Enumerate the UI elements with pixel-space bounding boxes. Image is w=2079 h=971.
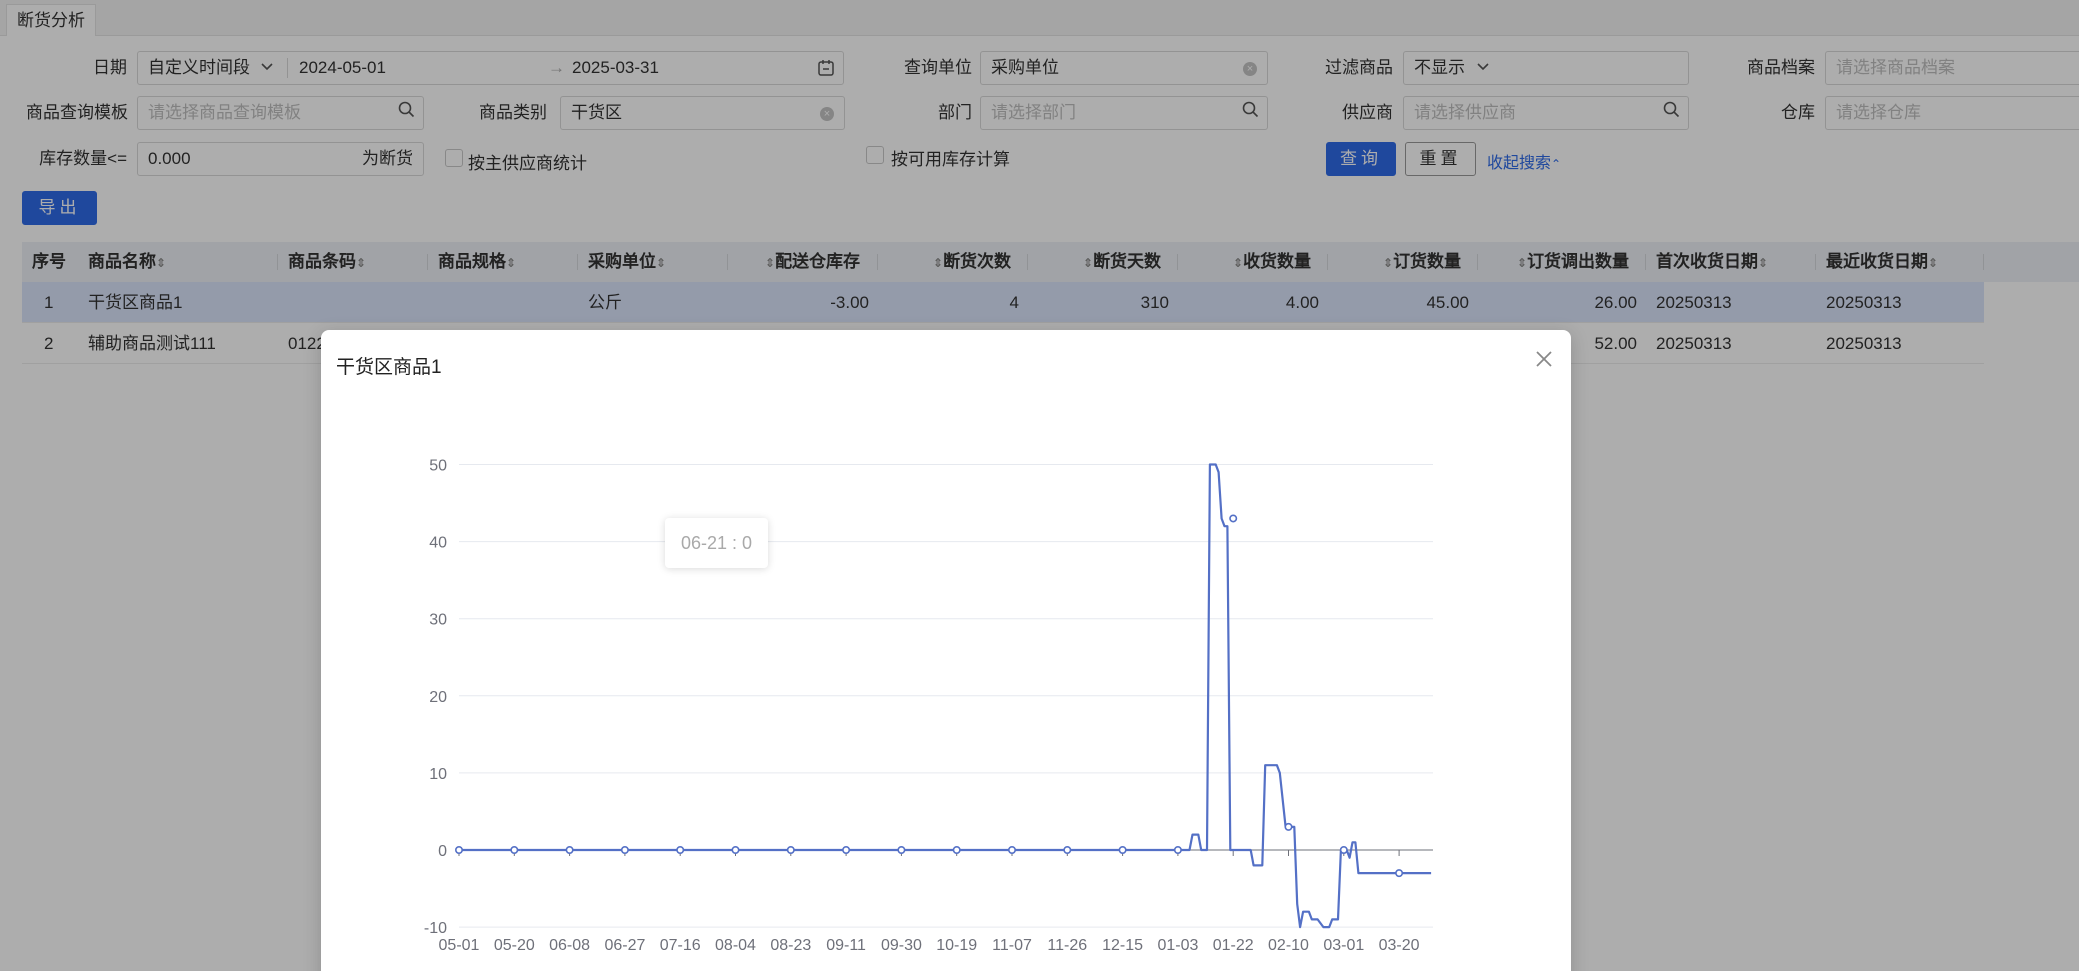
x-tick-label: 08-23 <box>770 937 811 954</box>
data-point <box>731 845 740 854</box>
x-tick-label: 07-16 <box>660 937 701 954</box>
y-tick-label: 30 <box>429 612 447 629</box>
chart-modal: 干货区商品1 -10 0 10 20 30 40 50 05-01 05-20 06-08 06-2… <box>321 330 1571 971</box>
x-tick-label: 09-11 <box>826 937 866 954</box>
x-tick-label: 03-20 <box>1379 937 1420 954</box>
data-point <box>565 845 574 854</box>
data-point <box>1063 845 1072 854</box>
x-tick-label: 02-10 <box>1268 937 1309 954</box>
data-point <box>1395 869 1404 878</box>
x-tick-label: 09-30 <box>881 937 922 954</box>
data-point <box>842 845 851 854</box>
y-tick-label: 10 <box>429 766 447 783</box>
data-point <box>620 845 629 854</box>
data-point <box>952 845 961 854</box>
x-tick-label: 06-08 <box>549 937 590 954</box>
data-point <box>786 845 795 854</box>
data-point <box>455 845 464 854</box>
x-tick-label: 05-01 <box>439 937 480 954</box>
data-point <box>1229 514 1238 523</box>
data-point <box>510 845 519 854</box>
x-tick-label: 01-03 <box>1157 937 1198 954</box>
data-point <box>1007 845 1016 854</box>
stock-line-chart[interactable]: -10 0 10 20 30 40 50 05-01 05-20 06-08 06-27 07-16 0… <box>321 330 1571 971</box>
y-tick-label: 20 <box>429 689 447 706</box>
chart-tooltip: 06-21 : 0 <box>665 518 768 568</box>
x-tick-label: 11-07 <box>992 937 1032 954</box>
data-point <box>676 845 685 854</box>
y-tick-label: 0 <box>438 843 447 860</box>
data-point <box>1339 845 1348 854</box>
y-tick-label: 40 <box>429 535 447 552</box>
x-tick-label: 10-19 <box>936 937 977 954</box>
x-tick-label: 01-22 <box>1213 937 1254 954</box>
x-tick-label: 12-15 <box>1102 937 1143 954</box>
data-point <box>1284 822 1293 831</box>
data-point <box>1173 845 1182 854</box>
x-tick-label: 08-04 <box>715 937 756 954</box>
y-tick-label: 50 <box>429 458 447 475</box>
x-tick-label: 11-26 <box>1047 937 1087 954</box>
x-tick-label: 05-20 <box>494 937 535 954</box>
x-tick-label: 06-27 <box>604 937 645 954</box>
y-tick-label: -10 <box>424 920 447 937</box>
data-point <box>1118 845 1127 854</box>
x-tick-label: 03-01 <box>1323 937 1364 954</box>
data-point <box>897 845 906 854</box>
